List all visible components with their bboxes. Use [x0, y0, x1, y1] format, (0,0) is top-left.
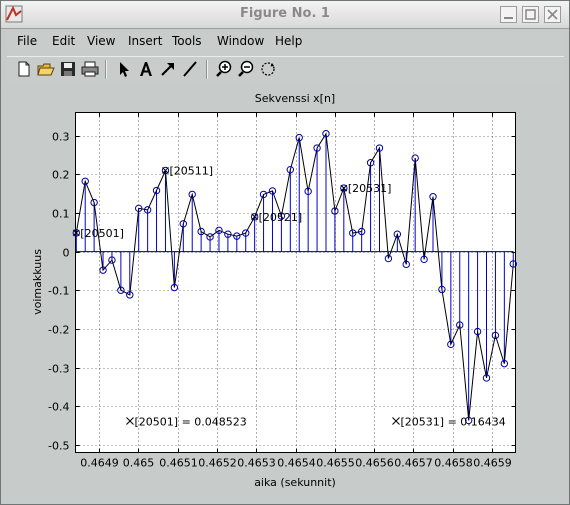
toolbar-separator [105, 60, 107, 79]
toolbar-separator [206, 60, 208, 79]
stem-chart[interactable]: 0.4649 0.465 0.4651 0.4652 0.4653 0.4654 0.465… [7, 82, 564, 500]
menu-insert[interactable]: Insert [128, 34, 162, 48]
menu-view[interactable]: View [87, 34, 115, 48]
new-figure-icon[interactable] [15, 60, 33, 78]
y-tick-label: -0.3 [48, 363, 69, 376]
x-tick-label: 0.4655 [316, 457, 355, 470]
x-tick-label: 0.4656 [355, 457, 394, 470]
y-tick-label: -0.2 [48, 324, 69, 337]
maximize-button[interactable] [522, 6, 539, 23]
y-tick-label: -0.1 [48, 285, 69, 298]
open-file-icon[interactable] [37, 60, 55, 78]
x-tick-label: 0.4649 [80, 457, 119, 470]
figure-canvas[interactable]: 0.4649 0.465 0.4651 0.4652 0.4653 0.4654 0.465… [7, 82, 564, 500]
axes-box [75, 112, 516, 453]
y-tick-label: -0.5 [48, 440, 69, 453]
point-annotation: [20511] [169, 164, 213, 177]
maximize-icon [525, 9, 536, 20]
zoom-in-icon[interactable] [215, 60, 233, 78]
window-title: Figure No. 1 [240, 6, 330, 21]
y-tick-label: -0.4 [48, 401, 69, 414]
insert-arrow-icon[interactable] [159, 60, 177, 78]
insert-text-icon[interactable] [137, 60, 155, 78]
datatip-label: [20531] = 0.16434 [401, 416, 506, 429]
x-tick-label: 0.4659 [473, 457, 512, 470]
title-bar[interactable]: Figure No. 1 [1, 1, 569, 29]
y-axis-label: voimakkuus [31, 249, 44, 315]
y-tick-label: 0.3 [52, 131, 70, 144]
point-annotation: [20521] [259, 211, 303, 224]
point-annotation: [20531] [348, 182, 392, 195]
x-tick-label: 0.4654 [277, 457, 316, 470]
zoom-out-icon[interactable] [237, 60, 255, 78]
x-tick-label: 0.465 [123, 457, 155, 470]
x-tick-label: 0.4651 [159, 457, 198, 470]
select-arrow-icon[interactable] [115, 60, 133, 78]
datatip-label: [20501] = 0.048523 [135, 416, 247, 429]
close-icon [547, 9, 558, 20]
toolbar [7, 56, 564, 83]
point-annotation: [20501] [80, 227, 124, 240]
menu-file[interactable]: File [17, 34, 37, 48]
x-axis-label: aika (sekunnit) [254, 476, 336, 489]
rotate-3d-icon[interactable] [259, 60, 277, 78]
close-button[interactable] [544, 6, 561, 23]
x-tick-label: 0.4653 [237, 457, 276, 470]
print-icon[interactable] [81, 60, 99, 78]
x-tick-label: 0.4652 [198, 457, 237, 470]
y-tick-label: 0 [63, 247, 70, 260]
menu-tools[interactable]: Tools [172, 34, 202, 48]
menu-edit[interactable]: Edit [52, 34, 75, 48]
y-tick-label: 0.1 [52, 208, 70, 221]
save-icon[interactable] [59, 60, 77, 78]
x-tick-label: 0.4658 [434, 457, 473, 470]
insert-line-icon[interactable] [181, 60, 199, 78]
menu-bar: File Edit View Insert Tools Window Help [7, 31, 564, 55]
y-tick-label: 0.2 [52, 169, 70, 182]
menu-help[interactable]: Help [275, 34, 302, 48]
menu-window[interactable]: Window [217, 34, 264, 48]
minimize-button[interactable] [500, 6, 517, 23]
minimize-icon [504, 17, 513, 19]
chart-title: Sekvenssi x[n] [255, 92, 335, 105]
x-tick-label: 0.4657 [394, 457, 433, 470]
figure-window: Figure No. 1 File Edit View Insert Tools… [0, 0, 570, 505]
